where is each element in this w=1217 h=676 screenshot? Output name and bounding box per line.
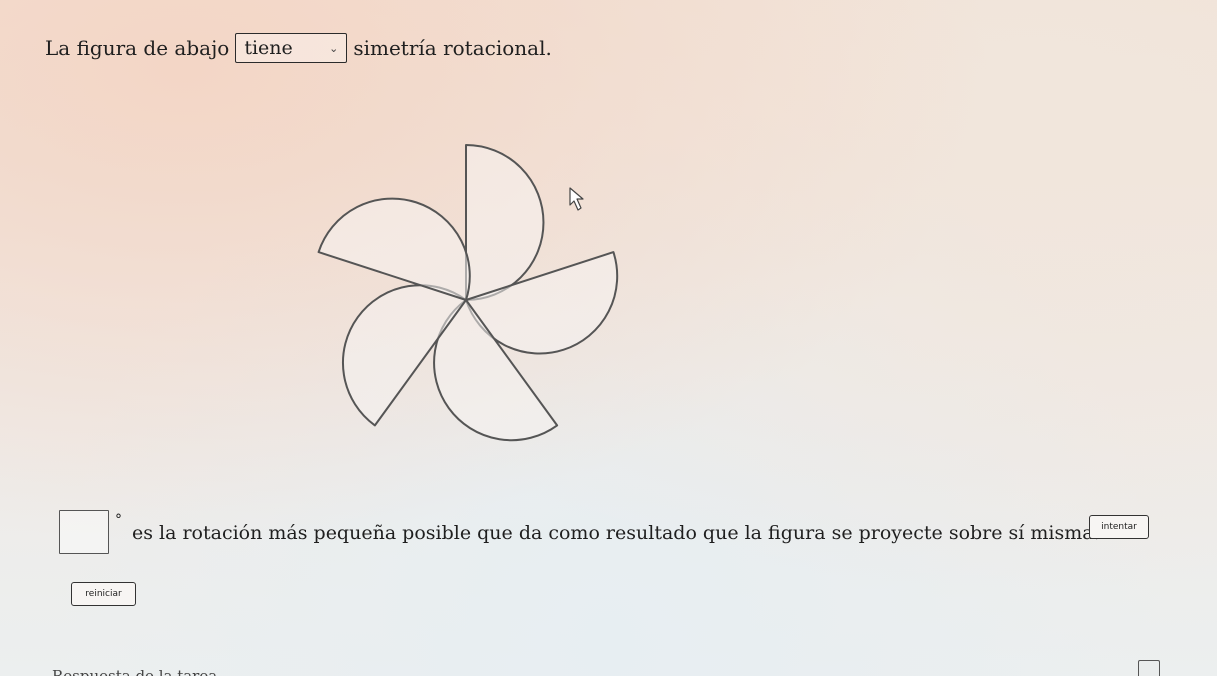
bottom-partial-text: Respuesta de la tarea — [52, 667, 218, 676]
pinwheel-petal — [465, 144, 545, 301]
pinwheel-figure — [317, 144, 619, 442]
window-tab-icon[interactable] — [1138, 660, 1160, 676]
chevron-down-icon: ⌄ — [329, 41, 339, 55]
mouse-pointer-icon — [569, 187, 584, 211]
pinwheel-petal — [317, 197, 471, 301]
symmetry-select[interactable]: tiene ⌄ — [235, 33, 348, 63]
degree-symbol: ° — [115, 512, 122, 528]
question-line: La figura de abajo tiene ⌄ simetría rota… — [45, 33, 552, 63]
reset-button[interactable]: reiniciar — [71, 582, 136, 606]
question-suffix: simetría rotacional. — [353, 36, 552, 60]
try-button[interactable]: intentar — [1089, 515, 1149, 539]
symmetry-select-value: tiene — [244, 37, 293, 59]
rotation-angle-input[interactable] — [59, 510, 109, 554]
answer-sentence: es la rotación más pequeña posible que d… — [132, 522, 1100, 544]
question-prefix: La figura de abajo — [45, 36, 230, 60]
answer-line: ° es la rotación más pequeña posible que… — [59, 510, 1100, 554]
pinwheel-petals — [317, 144, 619, 442]
